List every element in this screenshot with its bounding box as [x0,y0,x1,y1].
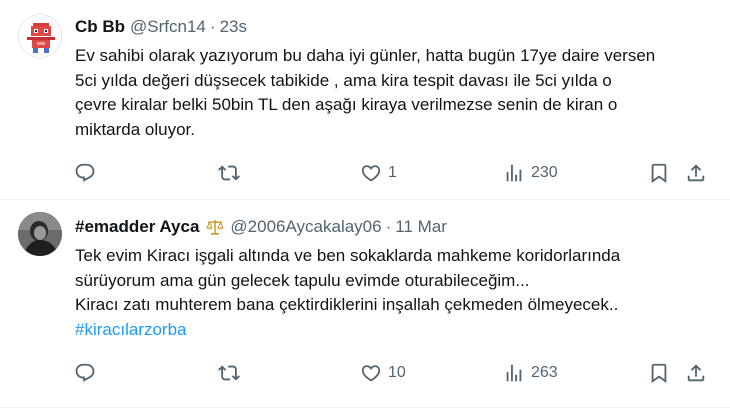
like-button[interactable]: 1 [360,158,397,188]
share-button[interactable] [685,158,707,188]
retweet-icon [218,165,240,181]
tweet-text-line: Ev sahibi olarak yazıyorum bu daha iyi g… [75,46,656,65]
tweet-text: Tek evim Kiracı işgali altında ve ben so… [75,244,715,342]
tweet-text-line: 5ci yılda değeri düşsecek tabikide , ama… [75,70,612,90]
tweet-2[interactable]: #emadder Ayca @2006Aycakalay06 · 11 Mar … [0,200,730,420]
reply-icon [75,363,95,382]
view-count: 263 [531,364,558,381]
bookmark-button[interactable] [648,158,670,188]
display-name[interactable]: Cb Bb [75,16,125,38]
tweet-header: #emadder Ayca @2006Aycakalay06 · 11 Mar [75,216,447,238]
tweet-text-line: miktarda oluyor. [75,119,195,139]
display-name[interactable]: #emadder Ayca [75,216,199,238]
tweet-text-line: Tek evim Kiracı işgali altında ve ben so… [75,246,621,265]
tweet-actions: 10 263 [0,358,730,388]
share-button[interactable] [685,358,707,388]
heart-icon [361,365,381,382]
user-handle[interactable]: @2006Aycakalay06 [230,216,381,238]
reply-button[interactable] [74,158,96,188]
tweet-text-line: Kiracı zatı muhterem bana çektirdiklerin… [75,295,619,314]
like-button[interactable]: 10 [360,358,406,388]
profile-photo-icon [18,212,62,256]
retweet-button[interactable] [218,358,240,388]
scales-icon [205,217,225,237]
timestamp[interactable]: 11 Mar [395,216,447,238]
reply-button[interactable] [74,358,96,388]
tweet-text: Ev sahibi olarak yazıyorum bu daha iyi g… [75,44,715,142]
bookmark-button[interactable] [648,358,670,388]
tweet-1[interactable]: Cb Bb @Srfcn14 · 23s Ev sahibi olarak ya… [0,0,730,199]
share-icon [687,364,705,382]
views-button[interactable]: 263 [503,358,558,388]
retweet-button[interactable] [218,158,240,188]
timestamp[interactable]: 23s [220,16,247,38]
tweet-text-line: çevre kiralar belki 50bin TL den aşağı k… [75,95,618,114]
tweet-text-line: sürüyorum ama gün gelecek tapulu evimde … [75,270,530,290]
views-chart-icon [506,364,522,382]
retweet-icon [218,365,240,381]
separator-dot: · [385,217,392,236]
tweet-header: Cb Bb @Srfcn14 · 23s [75,16,247,38]
separator-dot: · [209,17,216,36]
tweet-divider [0,407,730,408]
share-icon [687,164,705,182]
reply-icon [75,163,95,182]
robot-avatar-icon [19,15,61,57]
like-count: 1 [388,164,397,181]
tweet-actions: 1 230 [0,158,730,188]
avatar[interactable] [18,212,62,256]
view-count: 230 [531,164,558,181]
hashtag-link[interactable]: #kiracılarzorba [75,318,715,343]
like-count: 10 [388,364,406,381]
bookmark-icon [651,363,667,384]
bookmark-icon [651,163,667,184]
views-button[interactable]: 230 [503,158,558,188]
user-handle[interactable]: @Srfcn14 [130,16,206,38]
heart-icon [361,165,381,182]
views-chart-icon [506,164,522,182]
avatar[interactable] [18,14,62,58]
